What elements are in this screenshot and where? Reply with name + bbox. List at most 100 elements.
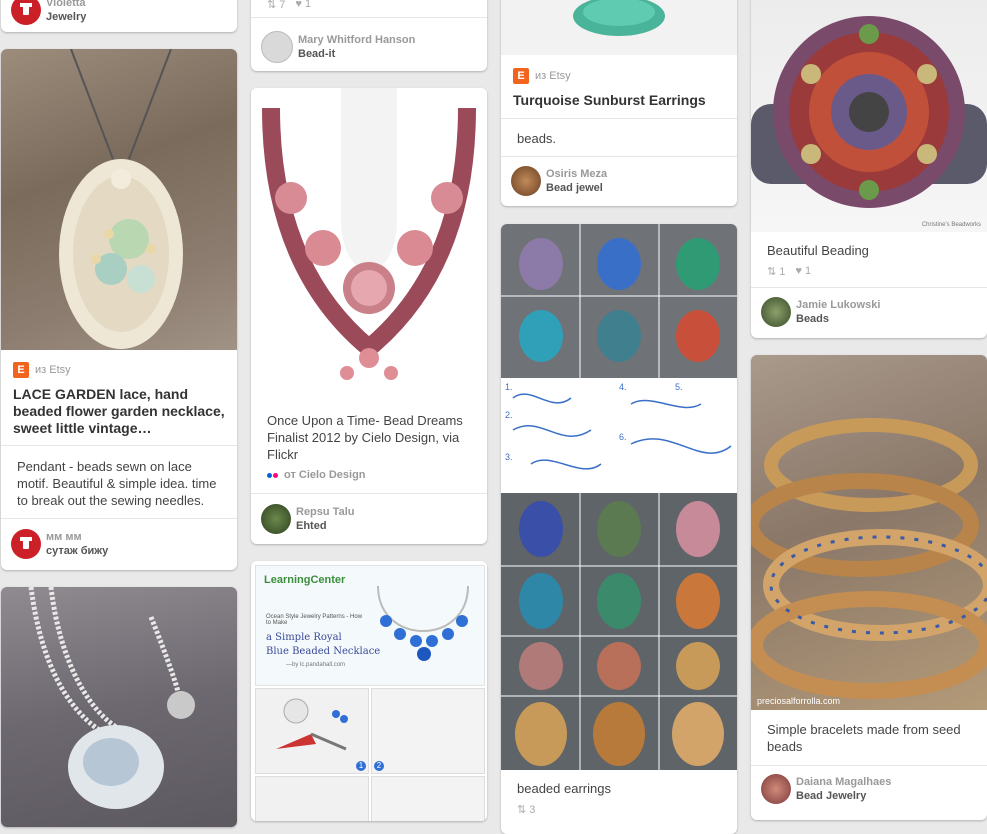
board-name[interactable]: Ehted [296, 519, 354, 533]
like-count: ♥ 1 [295, 0, 312, 10]
image-credit: preciosalforrolla.com [757, 696, 841, 706]
pin-image-lace-pendant[interactable] [1, 49, 237, 350]
divider [501, 156, 737, 157]
step-label: 4. [619, 382, 627, 392]
pin-image-turquoise-earrings[interactable] [501, 0, 737, 55]
pin-card-violetta[interactable]: Violetta Jewelry [1, 0, 237, 32]
pin-stats: ⇅ 3 [517, 803, 535, 816]
board-name[interactable]: Bead Jewelry [796, 789, 891, 803]
pinner[interactable]: Osiris Meza Bead jewel [511, 166, 607, 196]
like-count: ♥ 1 [795, 265, 812, 277]
pin-card-seed-bead-bracelets[interactable]: preciosalforrolla.com Simple bracelets m… [751, 355, 987, 820]
pin-source[interactable]: от Cielo Design [267, 469, 366, 481]
divider [501, 118, 737, 119]
pinner[interactable]: Jamie Lukowski Beads [761, 297, 880, 327]
pinner-name[interactable]: Repsu Talu [296, 505, 354, 519]
pin-description: Simple bracelets made from seed beads [767, 722, 961, 754]
tutorial-title-line1: a Simple Royal [266, 632, 342, 643]
source-label: из Etsy [535, 70, 571, 82]
pin-card-turquoise-earrings[interactable]: E из Etsy Turquoise Sunburst Earrings be… [501, 0, 737, 206]
pin-title[interactable]: LACE GARDEN lace, hand beaded flower gar… [13, 386, 225, 437]
step-label: 6. [619, 432, 627, 442]
pinner-avatar [261, 504, 291, 534]
pin-image-earrings-collage[interactable]: 1. 2. 3. 4. 5. 6. [501, 224, 737, 770]
pinner-avatar [761, 774, 791, 804]
board-name[interactable]: сутаж бижу [46, 544, 108, 558]
pinner[interactable]: Violetta Jewelry [11, 0, 86, 25]
pinner[interactable]: Repsu Talu Ehted [261, 504, 354, 534]
pin-card-nautilus-necklace[interactable] [1, 587, 237, 827]
pin-description: beads. [517, 131, 557, 146]
pin-card-lace-garden[interactable]: E из Etsy LACE GARDEN lace, hand beaded … [1, 49, 237, 570]
tools-illustration [276, 698, 348, 751]
divider [251, 17, 487, 18]
pin-title[interactable]: Turquoise Sunburst Earrings [513, 92, 725, 109]
step-number: 2 [374, 761, 384, 771]
tutorial-cover: LearningCenter Ocean Style Jewelry Patte… [255, 565, 485, 686]
tutorial-title-line2: Blue Beaded Necklace [266, 646, 381, 657]
pinner[interactable]: Mary Whitford Hanson Bead-it [261, 31, 415, 63]
pinner[interactable]: мм мм сутаж бижу [11, 529, 108, 559]
pin-image-bracelets[interactable]: preciosalforrolla.com [751, 355, 987, 710]
pin-card-beautiful-beading[interactable]: Christine's Beadworks Beautiful Beading … [751, 0, 987, 338]
divider [251, 493, 487, 494]
pinner[interactable]: Daiana Magalhaes Bead Jewelry [761, 774, 891, 804]
necklace-illustration [28, 587, 195, 809]
tutorial-credit: —by lc.pandahall.com [286, 662, 346, 668]
pin-stats: ⇅ 7 ♥ 1 [267, 0, 311, 11]
etsy-icon: E [513, 68, 529, 84]
pendant-illustration [59, 49, 183, 349]
source-label: от Cielo Design [284, 469, 366, 481]
flickr-icon [267, 472, 278, 478]
pinner-name[interactable]: Mary Whitford Hanson [298, 33, 415, 47]
pinner-avatar [261, 31, 293, 63]
pin-description: Once Upon a Time- Bead Dreams Finalist 2… [267, 413, 463, 462]
pinner-avatar [761, 297, 791, 327]
board-name[interactable]: Bead-it [298, 47, 415, 61]
pin-description: beaded earrings [517, 781, 611, 796]
pin-card-bead-it[interactable]: ⇅ 7 ♥ 1 Mary Whitford Hanson Bead-it [251, 0, 487, 71]
etsy-icon: E [13, 362, 29, 378]
pin-stats: ⇅ 1 ♥ 1 [767, 265, 811, 278]
pin-description: Beautiful Beading [767, 243, 869, 258]
pinner-name[interactable]: Osiris Meza [546, 167, 607, 181]
learning-center-logo: LearningCenter [264, 574, 346, 586]
pin-card-cielo-design[interactable]: Once Upon a Time- Bead Dreams Finalist 2… [251, 88, 487, 544]
pinner-name[interactable]: Jamie Lukowski [796, 298, 880, 312]
divider [751, 287, 987, 288]
pinner-avatar [11, 0, 41, 25]
pinner-avatar [11, 529, 41, 559]
step-label: 1. [505, 382, 513, 392]
pin-image-tutorial[interactable]: LearningCenter Ocean Style Jewelry Patte… [251, 561, 487, 821]
step-number: 1 [356, 761, 366, 771]
step-label: 2. [505, 410, 513, 420]
pin-image-beaded-cuff[interactable]: Christine's Beadworks [751, 0, 987, 232]
earrings-collage-illustration: 1. 2. 3. 4. 5. 6. [501, 224, 737, 770]
pin-description: Pendant - beads sewn on lace motif. Beau… [17, 459, 217, 508]
board-name[interactable]: Beads [796, 312, 880, 326]
pin-card-royal-blue-necklace[interactable]: LearningCenter Ocean Style Jewelry Patte… [251, 561, 487, 821]
divider [1, 518, 237, 519]
image-credit: Christine's Beadworks [921, 222, 981, 228]
pinner-name[interactable]: Violetta [46, 0, 86, 10]
cuff-illustration [751, 16, 987, 208]
pin-image-soutache-necklace[interactable] [251, 88, 487, 402]
pin-image-nautilus-necklace[interactable] [1, 587, 237, 827]
tutorial-subtitle: Ocean Style Jewelry Patterns - How to Ma… [266, 614, 363, 626]
bracelets-illustration [751, 418, 987, 699]
step-label: 5. [675, 382, 683, 392]
divider [751, 765, 987, 766]
pinner-name[interactable]: Daiana Magalhaes [796, 775, 891, 789]
pinner-avatar [511, 166, 541, 196]
pinner-name[interactable]: мм мм [46, 530, 108, 544]
tutorial-step-3 [255, 776, 369, 821]
necklace-illustration [262, 88, 476, 380]
pin-card-beaded-earrings[interactable]: 1. 2. 3. 4. 5. 6. beaded earrings ⇅ 3 [501, 224, 737, 834]
pin-source[interactable]: E из Etsy [13, 362, 71, 378]
source-label: из Etsy [35, 364, 71, 376]
tutorial-step-4 [371, 776, 485, 821]
pin-source[interactable]: E из Etsy [513, 68, 571, 84]
board-name[interactable]: Bead jewel [546, 181, 607, 195]
repin-count: ⇅ 7 [267, 0, 286, 11]
board-name[interactable]: Jewelry [46, 10, 86, 24]
